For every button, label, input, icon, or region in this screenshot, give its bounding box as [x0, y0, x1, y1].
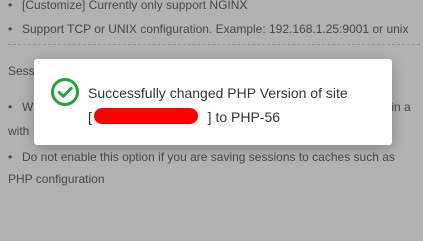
toast-message-line-2: [ ] to PHP-56 — [88, 105, 378, 129]
php-version-suffix: to PHP-56 — [215, 109, 281, 125]
redacted-site-name — [93, 108, 198, 124]
toast-message: Successfully changed PHP Version of site… — [88, 81, 378, 129]
check-circle-icon — [51, 78, 79, 106]
site-name-close-bracket: ] — [207, 109, 212, 125]
toast-message-line-1: Successfully changed PHP Version of site — [88, 85, 348, 101]
site-name-open-bracket: [ — [88, 109, 92, 125]
success-toast: Successfully changed PHP Version of site… — [34, 59, 392, 145]
